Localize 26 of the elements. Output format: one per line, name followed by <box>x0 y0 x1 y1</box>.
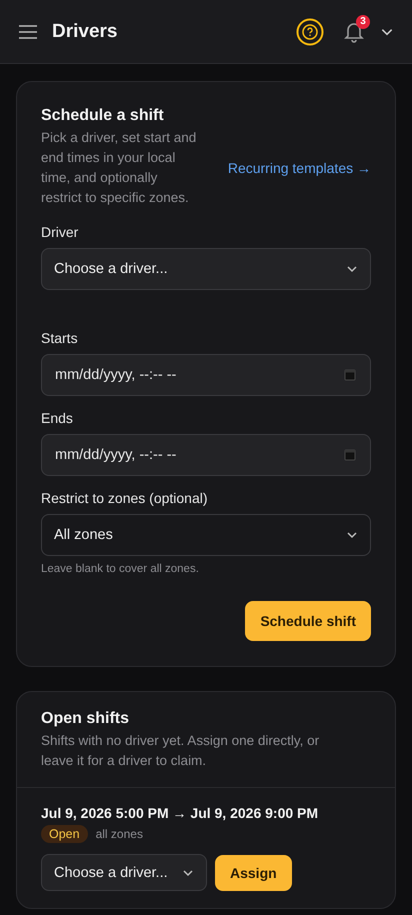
templates-link[interactable]: Recurring templates → <box>228 160 371 176</box>
notification-badge: 3 <box>356 14 370 28</box>
menu-icon[interactable] <box>18 24 38 40</box>
driver-select[interactable]: Choose a driver... <box>41 854 207 891</box>
card-title: Open shifts <box>41 710 130 728</box>
status-badge: Open <box>41 825 88 843</box>
field-label: Ends <box>41 410 74 426</box>
zones-text: all zones <box>96 827 143 841</box>
shift-time: Jul 9, 2026 5:00 PM → Jul 9, 2026 9:00 PM <box>41 805 320 821</box>
card-title: Schedule a shift <box>41 107 165 125</box>
select-field[interactable]: All zones <box>41 514 371 556</box>
field-label: Starts <box>41 330 79 346</box>
calendar-icon <box>344 449 356 461</box>
help-icon[interactable] <box>296 18 324 46</box>
card-description: Pick a driver, set start and end times in your local time, and optionally restrict to specific zones. <box>41 129 198 207</box>
date-time-field[interactable]: mm/dd/yyyy, --:-- -- <box>41 354 371 396</box>
card-description: Shifts with no driver yet. Assign one directly, or leave it for a driver to claim. <box>41 732 320 770</box>
page-title: Drivers <box>52 20 118 42</box>
schedule-button[interactable]: Schedule shift <box>245 601 371 641</box>
field-label: Restrict to zones (optional) <box>41 490 209 506</box>
field-label: Driver <box>41 224 80 240</box>
select-field[interactable]: Choose a driver... <box>41 248 371 290</box>
assign-button[interactable]: Assign <box>215 854 292 890</box>
hint-text: Leave blank to cover all zones. <box>41 563 200 575</box>
calendar-icon <box>344 369 356 381</box>
date-time-field[interactable]: mm/dd/yyyy, --:-- -- <box>41 434 371 476</box>
